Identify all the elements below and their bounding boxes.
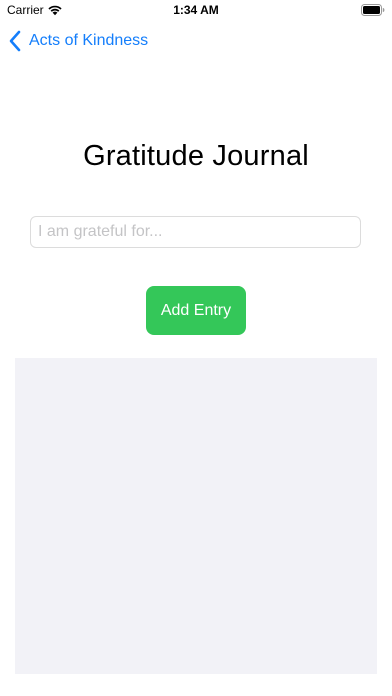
back-button[interactable]: Acts of Kindness: [8, 28, 148, 54]
back-button-label: Acts of Kindness: [29, 32, 149, 49]
battery-icon: [361, 4, 385, 16]
status-bar: Carrier 1:34 AM: [0, 0, 392, 22]
add-entry-button[interactable]: Add Entry: [146, 286, 246, 335]
status-time: 1:34 AM: [173, 3, 219, 17]
gratitude-entry-input[interactable]: [30, 216, 361, 248]
page-title: Gratitude Journal: [83, 140, 309, 172]
entries-list[interactable]: [15, 358, 377, 674]
chevron-left-icon: [9, 30, 21, 52]
